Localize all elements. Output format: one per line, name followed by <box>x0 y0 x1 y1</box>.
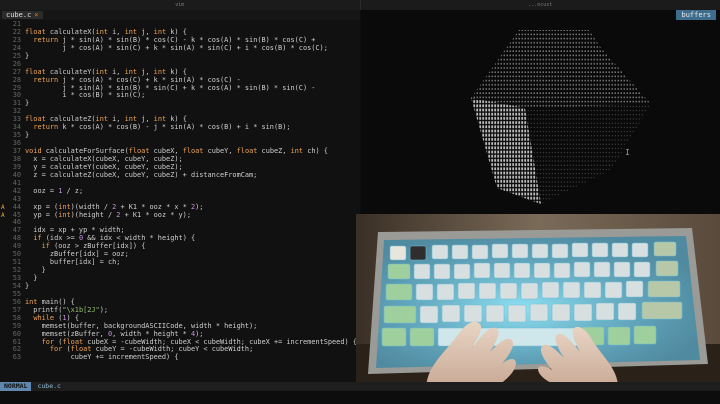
left-pane-title[interactable]: vim <box>0 0 361 10</box>
keyboard-photo <box>356 214 720 387</box>
code-text: j * cos(A) * sin(C) + k * sin(A) * sin(C… <box>25 43 328 52</box>
code-text: idx = xp + yp * width; <box>25 226 125 235</box>
code-text: z = calculateZ(cubeX, cubeY, cubeZ) + di… <box>25 170 258 179</box>
code-text: zBuffer[idx] = ooz; <box>25 250 129 259</box>
code-text: memset(buffer, backgroundASCIICode, widt… <box>25 321 258 330</box>
code-line[interactable]: 54} <box>0 281 360 291</box>
code-lines[interactable]: 21 22 float calculateX(int i, int j, int k… <box>0 20 360 362</box>
command-line[interactable] <box>0 391 720 404</box>
code-text: xp = (int)(width / 2 + K1 * ooz * x * 2)… <box>25 202 204 211</box>
code-text: float calculateX(int i, int j, int k) { <box>25 27 187 36</box>
warning-sign-icon: A <box>1 211 5 219</box>
code-editor[interactable]: cube.c × 21 22 float calculateX(int i, int … <box>0 10 360 404</box>
cube-face-top <box>471 30 651 108</box>
code-text: } <box>25 131 30 140</box>
code-text: x = calculateX(cubeX, cubeY, cubeZ); <box>25 154 183 163</box>
terminal-title-bar: vim ...ocust <box>0 0 720 10</box>
code-text: ooz = 1 / z; <box>25 186 84 195</box>
code-text: buffer[idx] = ch; <box>25 258 121 267</box>
code-line[interactable]: 30 i * cos(B) * sin(C); <box>0 91 360 100</box>
buffers-button[interactable]: buffers <box>676 10 716 20</box>
code-text: yp = (int)(height / 2 + K1 * ooz * y); <box>25 210 191 219</box>
status-line: NORMAL cube.c <box>0 382 720 391</box>
code-text: int main() { <box>25 297 75 306</box>
code-line[interactable]: A 45 yp = (int)(height / 2 + K1 * ooz * y… <box>0 210 360 220</box>
warning-sign-icon: A <box>1 203 5 211</box>
editor-tab-bar: cube.c × <box>0 10 360 20</box>
code-line[interactable]: 51 buffer[idx] = ch; <box>0 258 360 267</box>
status-filename: cube.c <box>37 382 61 390</box>
code-text: for (float cubeX = -cubeWidth; cubeX < c… <box>41 337 357 346</box>
code-text: } <box>25 266 46 275</box>
close-icon[interactable]: × <box>34 11 38 19</box>
line-number: 63 <box>12 353 21 362</box>
code-line[interactable]: 24 j * cos(A) * sin(C) + k * sin(A) * si… <box>0 43 360 53</box>
text-cursor-icon: I <box>625 148 630 157</box>
code-text: i * cos(B) * sin(C); <box>25 91 146 100</box>
code-line[interactable]: 53 } <box>0 274 360 283</box>
code-text: } <box>25 99 30 108</box>
right-pane-title[interactable]: ...ocust <box>361 0 720 10</box>
code-text: } <box>25 281 30 290</box>
code-line[interactable]: 25} <box>0 51 360 61</box>
code-text: memset(zBuffer, 0, width * height * 4); <box>25 329 204 338</box>
webcam-overlay <box>356 214 720 387</box>
cube-face-right <box>525 104 651 204</box>
code-text: cubeY += incrementSpeed) { <box>25 353 179 362</box>
code-text: printf("\x1b[2J"); <box>25 305 108 314</box>
code-text: void calculateForSurface(float cubeX, fl… <box>25 147 328 155</box>
code-text: while (1) { <box>33 313 79 322</box>
code-text: return j * sin(A) * sin(B) * cos(C) - k … <box>33 35 316 44</box>
file-tab-cube-c[interactable]: cube.c × <box>2 11 43 19</box>
code-text: float calculateZ(int i, int j, int k) { <box>25 115 187 124</box>
code-line[interactable]: 42 ooz = 1 / z; <box>0 186 360 196</box>
code-line[interactable]: 63 cubeY += incrementSpeed) { <box>0 353 360 362</box>
code-text: } <box>25 274 38 282</box>
code-line[interactable]: 35} <box>0 131 360 140</box>
ascii-cube-render <box>471 30 651 204</box>
code-line[interactable]: 52 } <box>0 266 360 275</box>
code-text: return k * cos(A) * cos(B) - j * sin(A) … <box>33 123 291 132</box>
code-text: } <box>25 51 30 60</box>
code-text: for (float cubeY = -cubeWidth; cubeY < c… <box>49 345 254 354</box>
code-text: if (ooz > zBuffer[idx]) { <box>41 242 146 251</box>
code-line[interactable]: 34 return k * cos(A) * cos(B) - j * sin(… <box>0 123 360 132</box>
mode-indicator: NORMAL <box>0 382 32 391</box>
code-text: j * sin(A) * sin(B) * sin(C) + k * cos(A… <box>25 83 316 92</box>
code-text: y = calculateY(cubeX, cubeY, cubeZ); <box>25 162 183 171</box>
code-line[interactable]: 31} <box>0 99 360 108</box>
file-tab-label: cube.c <box>6 11 32 19</box>
code-text: if (idx >= 0 && idx < width * height) { <box>33 234 196 243</box>
code-text: float calculateY(int i, int j, int k) { <box>25 67 187 76</box>
code-line[interactable]: 40 z = calculateZ(cubeX, cubeY, cubeZ) +… <box>0 170 360 180</box>
code-text: return j * cos(A) * cos(C) + k * sin(A) … <box>33 75 241 84</box>
